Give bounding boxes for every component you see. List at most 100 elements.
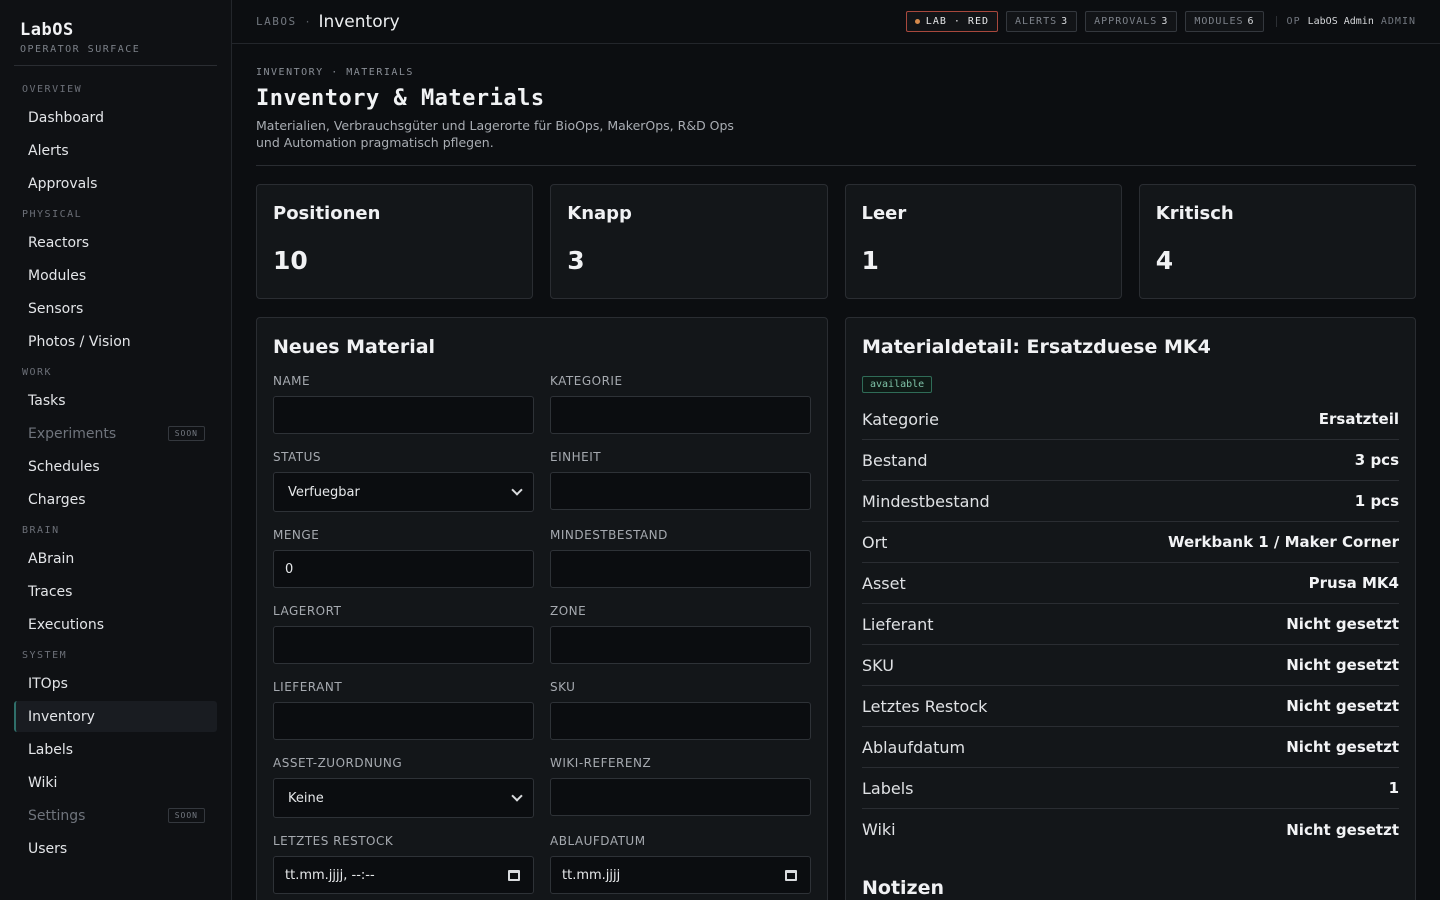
sidebar-item-photos-vision[interactable]: Photos / Vision [14,326,217,357]
wiki-input[interactable] [550,778,811,816]
field-category: KATEGORIE [550,374,811,434]
unit-input[interactable] [550,472,811,510]
breadcrumb-root[interactable]: LABOS [256,15,297,28]
sidebar-item-labels[interactable]: Labels [14,734,217,765]
asset-select[interactable]: Keine [273,778,534,818]
calendar-icon[interactable] [508,869,520,881]
sidebar-item-label: Reactors [28,234,90,251]
detail-key: SKU [862,655,894,675]
detail-value: Ersatzteil [1318,410,1399,428]
approvals-pill[interactable]: APPROVALS 3 [1085,11,1178,32]
status-select-value: Verfuegbar [288,484,360,500]
operator-role: ADMIN [1380,16,1416,27]
status-dot-icon [914,19,920,24]
detail-key: Wiki [862,820,896,839]
detail-key: Letztes Restock [862,696,988,716]
sidebar-item-dashboard[interactable]: Dashboard [14,102,217,133]
detail-key: Labels [862,778,914,798]
name-input[interactable] [273,396,534,434]
alerts-pill[interactable]: ALERTS 3 [1005,11,1078,32]
field-label: STATUS [273,450,322,464]
field-label: ASSET-ZUORDNUNG [273,756,403,770]
sidebar-item-label: Labels [28,741,74,758]
field-label: MENGE [273,528,320,542]
category-input[interactable] [550,396,811,434]
field-label: LAGERORT [273,604,342,618]
detail-key: Mindestbestand [862,491,990,511]
asset-select-value: Keine [288,790,324,806]
sidebar-item-alerts[interactable]: Alerts [14,135,217,166]
sidebar-item-traces[interactable]: Traces [14,576,217,607]
sidebar-item-reactors[interactable]: Reactors [14,227,217,258]
sidebar-item-schedules[interactable]: Schedules [14,451,217,482]
approvals-pill-label: APPROVALS [1094,16,1158,27]
sidebar-item-tasks[interactable]: Tasks [14,385,217,416]
field-label: KATEGORIE [550,374,623,388]
new-material-form: Neues Material NAME KATEGORIE STATUS Ver… [256,317,828,900]
topbar: LABOS · Inventory LAB · RED ALERTS 3 APPR… [232,0,1440,44]
approvals-count: 3 [1161,16,1169,27]
sidebar-item-abrain[interactable]: ABrain [14,543,217,574]
sidebar-item-approvals[interactable]: Approvals [14,168,217,199]
sidebar-item-users[interactable]: Users [14,833,217,864]
sidebar-item-label: Approvals [28,175,98,192]
field-quantity: MENGE 0 [273,528,534,588]
modules-pill-label: MODULES [1194,16,1244,27]
field-label: ZONE [550,604,587,618]
supplier-input[interactable] [273,702,534,740]
restock-datetime-input[interactable]: tt.mm.jjjj, --:-- [273,856,534,894]
detail-value: Werkbank 1 / Maker Corner [1167,533,1399,551]
soon-badge: SOON [167,426,205,441]
expiry-date-input[interactable]: tt.mm.jjjj [550,856,811,894]
status-select[interactable]: Verfuegbar [273,472,534,512]
operator-info[interactable]: OP LabOS Admin ADMIN [1275,16,1416,27]
sidebar-item-executions[interactable]: Executions [14,609,217,640]
quantity-input[interactable]: 0 [273,550,534,588]
location-input[interactable] [273,626,534,664]
nav-section-system: SYSTEM [22,650,68,661]
sidebar-item-charges[interactable]: Charges [14,484,217,515]
field-label: WIKI-REFERENZ [550,756,652,770]
nav-section-work: WORK [22,367,53,378]
detail-row-labels: Labels 1 [862,768,1399,809]
stat-card-positions: Positionen 10 [256,184,534,299]
stat-card-critical: Kritisch 4 [1138,184,1416,299]
detail-key: Ablaufdatum [862,737,966,757]
stat-value: 10 [273,246,308,275]
field-expiry: ABLAUFDATUM tt.mm.jjjj [550,834,811,894]
sku-input[interactable] [550,702,811,740]
calendar-icon[interactable] [785,869,797,881]
stat-label: Knapp [567,203,632,224]
zone-input[interactable] [550,626,811,664]
field-restock: LETZTES RESTOCK tt.mm.jjjj, --:-- [273,834,534,894]
stat-card-empty: Leer 1 [844,184,1122,299]
sidebar-item-label: Charges [28,491,86,508]
stat-value: 3 [567,246,585,275]
detail-title: Materialdetail: Ersatzduese MK4 [862,336,1211,358]
form-grid: NAME KATEGORIE STATUS Verfuegbar EINHEIT… [273,374,811,900]
sidebar-item-inventory[interactable]: Inventory [14,701,217,732]
brand-subtitle: OPERATOR SURFACE [20,44,141,55]
stat-label: Leer [861,203,907,224]
sidebar-item-itops[interactable]: ITOps [14,668,217,699]
sidebar-item-modules[interactable]: Modules [14,260,217,291]
nav-section-physical: PHYSICAL [22,209,83,220]
field-label: SKU [550,680,576,694]
detail-row-expiry: Ablaufdatum Nicht gesetzt [862,727,1399,768]
main-content: INVENTORY · MATERIALS Inventory & Materi… [256,44,1416,900]
sidebar: LabOS OPERATOR SURFACE OVERVIEW Dashboar… [0,0,232,900]
material-detail-panel: Materialdetail: Ersatzduese MK4 availabl… [845,317,1416,900]
sidebar-item-wiki[interactable]: Wiki [14,767,217,798]
sidebar-item-sensors[interactable]: Sensors [14,293,217,324]
sidebar-item-label: Photos / Vision [28,333,131,350]
sidebar-item-label: Executions [28,616,104,633]
modules-pill[interactable]: MODULES 6 [1185,11,1264,32]
field-label: LIEFERANT [273,680,343,694]
lab-indicator[interactable]: LAB · RED [905,11,998,32]
detail-key: Ort [862,532,888,552]
detail-row-category: Kategorie Ersatzteil [862,399,1399,440]
sidebar-item-label: Users [28,840,68,857]
breadcrumb-current: Inventory [318,11,400,32]
min-stock-input[interactable] [550,550,811,588]
detail-value: Nicht gesetzt [1286,656,1399,674]
